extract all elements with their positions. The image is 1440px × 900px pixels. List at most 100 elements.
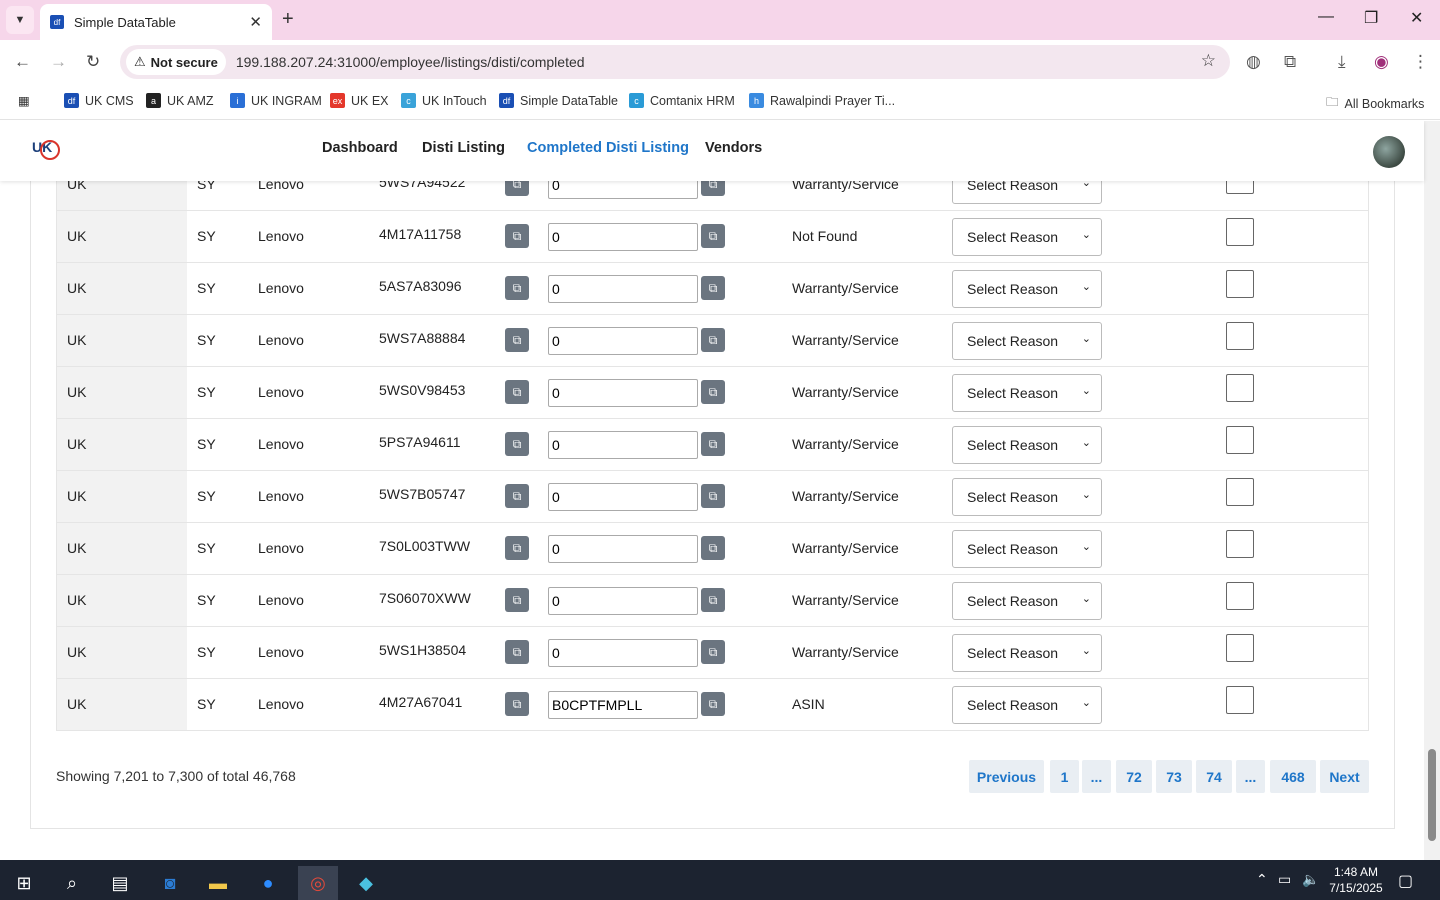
nav-link[interactable]: Disti Listing — [422, 140, 505, 156]
bookmark-item[interactable]: h Rawalpindi Prayer Ti... — [749, 93, 895, 108]
copy-part-button[interactable]: ⧉ — [505, 588, 529, 612]
value-input[interactable] — [548, 639, 698, 667]
network-icon[interactable]: ▭ — [1278, 871, 1291, 888]
profile-icon[interactable]: ◉ — [1374, 52, 1389, 72]
reload-icon[interactable]: ↻ — [86, 52, 100, 72]
clock[interactable]: 1:48 AM 7/15/2025 — [1325, 864, 1387, 896]
value-input[interactable] — [548, 691, 698, 719]
reason-select[interactable]: Select Reason ⌄ — [952, 270, 1102, 308]
reason-select[interactable]: Select Reason ⌄ — [952, 426, 1102, 464]
value-input[interactable] — [548, 587, 698, 615]
new-tab-button[interactable]: + — [282, 8, 294, 31]
chrome-icon[interactable]: ◎ — [298, 866, 338, 900]
copy-part-button[interactable]: ⧉ — [505, 380, 529, 404]
copy-value-button[interactable]: ⧉ — [701, 432, 725, 456]
tab-search-button[interactable]: ▼ — [6, 6, 34, 34]
copy-value-button[interactable]: ⧉ — [701, 276, 725, 300]
value-input[interactable] — [548, 223, 698, 251]
reason-select[interactable]: Select Reason ⌄ — [952, 634, 1102, 672]
bookmark-item[interactable]: c UK InTouch — [401, 93, 487, 108]
reason-select[interactable]: Select Reason ⌄ — [952, 582, 1102, 620]
value-input[interactable] — [548, 275, 698, 303]
copy-value-button[interactable]: ⧉ — [701, 692, 725, 716]
pagination-button[interactable]: 72 — [1116, 760, 1152, 793]
menu-icon[interactable]: ⋮ — [1412, 52, 1429, 72]
copy-value-button[interactable]: ⧉ — [701, 224, 725, 248]
row-checkbox[interactable] — [1226, 374, 1254, 402]
pagination-button[interactable]: Next — [1320, 760, 1369, 793]
browser-tab[interactable]: df Simple DataTable ✕ — [40, 4, 272, 40]
translate-icon[interactable]: ◍ — [1246, 52, 1261, 72]
bookmark-item[interactable]: ex UK EX — [330, 93, 389, 108]
value-input[interactable] — [548, 483, 698, 511]
pagination-button[interactable]: ... — [1082, 760, 1111, 793]
security-indicator[interactable]: ⚠ Not secure — [126, 49, 226, 75]
reason-select[interactable]: Select Reason ⌄ — [952, 322, 1102, 360]
pagination-button[interactable]: 74 — [1196, 760, 1232, 793]
user-avatar[interactable] — [1373, 136, 1405, 168]
pagination-button[interactable]: Previous — [969, 760, 1044, 793]
apps-grid-icon[interactable]: ▦ — [18, 93, 30, 108]
row-checkbox[interactable] — [1226, 582, 1254, 610]
row-checkbox[interactable] — [1226, 322, 1254, 350]
page-scrollbar[interactable] — [1424, 121, 1440, 860]
row-checkbox[interactable] — [1226, 270, 1254, 298]
zoom-icon[interactable]: ● — [248, 866, 288, 900]
reason-select[interactable]: Select Reason ⌄ — [952, 478, 1102, 516]
task-view-icon[interactable]: ▤ — [100, 866, 140, 900]
outlook-icon[interactable]: ◙ — [150, 866, 190, 900]
reason-select[interactable]: Select Reason ⌄ — [952, 218, 1102, 256]
row-checkbox[interactable] — [1226, 634, 1254, 662]
copy-part-button[interactable]: ⧉ — [505, 328, 529, 352]
scrollbar-thumb[interactable] — [1428, 749, 1436, 841]
search-icon[interactable]: ⌕ — [52, 866, 92, 900]
pagination-button[interactable]: 1 — [1050, 760, 1079, 793]
copy-part-button[interactable]: ⧉ — [505, 536, 529, 560]
copy-value-button[interactable]: ⧉ — [701, 380, 725, 404]
reason-select[interactable]: Select Reason ⌄ — [952, 374, 1102, 412]
value-input[interactable] — [548, 431, 698, 459]
app-icon[interactable]: ◆ — [346, 866, 386, 900]
forward-icon[interactable]: → — [50, 52, 67, 72]
row-checkbox[interactable] — [1226, 530, 1254, 558]
row-checkbox[interactable] — [1226, 686, 1254, 714]
copy-part-button[interactable]: ⧉ — [505, 224, 529, 248]
copy-part-button[interactable]: ⧉ — [505, 692, 529, 716]
start-icon[interactable]: ⊞ — [4, 866, 44, 900]
close-window-icon[interactable]: ✕ — [1410, 8, 1423, 28]
bookmark-star-icon[interactable]: ☆ — [1201, 51, 1216, 71]
pagination-button[interactable]: ... — [1236, 760, 1265, 793]
copy-value-button[interactable]: ⧉ — [701, 536, 725, 560]
minimize-icon[interactable]: — — [1318, 8, 1334, 26]
copy-part-button[interactable]: ⧉ — [505, 276, 529, 300]
row-checkbox[interactable] — [1226, 218, 1254, 246]
download-icon[interactable]: ⤓ — [1338, 52, 1346, 72]
value-input[interactable] — [548, 327, 698, 355]
back-icon[interactable]: ← — [14, 52, 31, 72]
extensions-icon[interactable]: ⧉ — [1284, 52, 1296, 72]
nav-link[interactable]: Dashboard — [322, 140, 398, 156]
address-bar[interactable]: ⚠ Not secure 199.188.207.24:31000/employ… — [120, 45, 1230, 79]
file-explorer-icon[interactable]: ▬ — [198, 866, 238, 900]
company-logo[interactable]: UK — [32, 139, 60, 163]
copy-value-button[interactable]: ⧉ — [701, 484, 725, 508]
reason-select[interactable]: Select Reason ⌄ — [952, 686, 1102, 724]
bookmark-item[interactable]: a UK AMZ — [146, 93, 214, 108]
pagination-button[interactable]: 73 — [1156, 760, 1192, 793]
nav-link[interactable]: Completed Disti Listing — [527, 140, 689, 156]
bookmark-item[interactable]: c Comtanix HRM — [629, 93, 735, 108]
copy-part-button[interactable]: ⧉ — [505, 640, 529, 664]
tray-chevron-icon[interactable]: ⌃ — [1256, 871, 1268, 888]
row-checkbox[interactable] — [1226, 426, 1254, 454]
copy-value-button[interactable]: ⧉ — [701, 328, 725, 352]
restore-icon[interactable]: ❐ — [1364, 8, 1378, 28]
copy-value-button[interactable]: ⧉ — [701, 588, 725, 612]
volume-icon[interactable]: 🔈 — [1302, 871, 1319, 888]
close-tab-icon[interactable]: ✕ — [249, 13, 262, 31]
value-input[interactable] — [548, 535, 698, 563]
copy-part-button[interactable]: ⧉ — [505, 484, 529, 508]
reason-select[interactable]: Select Reason ⌄ — [952, 530, 1102, 568]
notifications-icon[interactable]: ▢ — [1398, 871, 1413, 891]
row-checkbox[interactable] — [1226, 478, 1254, 506]
nav-link[interactable]: Vendors — [705, 140, 762, 156]
